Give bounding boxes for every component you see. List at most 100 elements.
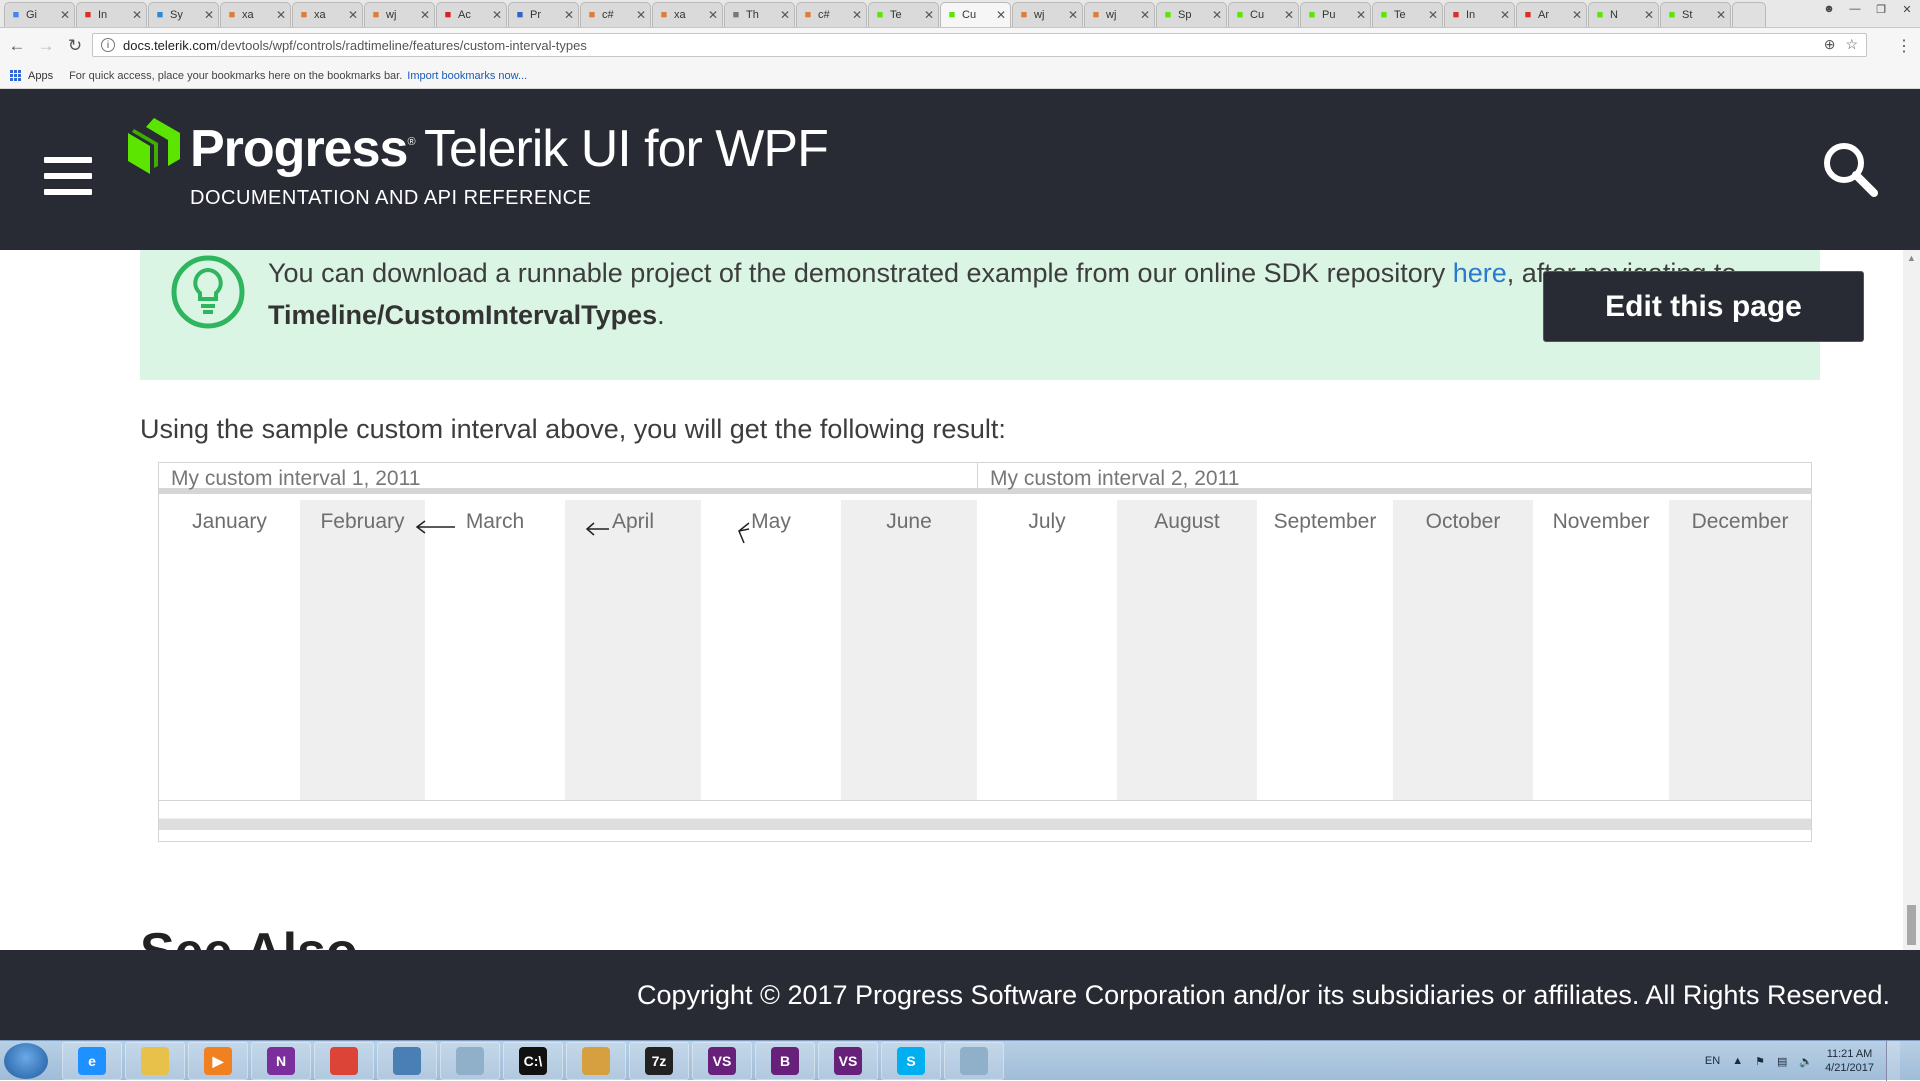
- search-icon[interactable]: [1820, 139, 1880, 199]
- clock-time: 11:21 AM: [1826, 1048, 1873, 1060]
- reload-button[interactable]: ↻: [63, 34, 87, 58]
- browser-tab[interactable]: ■ Ar ✕: [1516, 2, 1587, 27]
- browser-tab[interactable]: ■ c# ✕: [796, 2, 867, 27]
- close-window-button[interactable]: ✕: [1894, 0, 1920, 18]
- taskbar-app-button[interactable]: e: [62, 1042, 122, 1080]
- taskbar-app-button[interactable]: VS: [818, 1042, 878, 1080]
- sdk-here-link[interactable]: here: [1453, 258, 1507, 288]
- zoom-icon[interactable]: ⊕: [1824, 36, 1836, 53]
- apps-link[interactable]: Apps: [28, 70, 53, 82]
- taskbar-app-button[interactable]: ▶: [188, 1042, 248, 1080]
- browser-tab[interactable]: ■ Gi ✕: [4, 2, 75, 27]
- browser-tab[interactable]: ■ St ✕: [1660, 2, 1731, 27]
- browser-tab[interactable]: ■ Pu ✕: [1300, 2, 1371, 27]
- browser-tab[interactable]: ■ Ac ✕: [436, 2, 507, 27]
- tab-close-icon[interactable]: ✕: [852, 8, 862, 22]
- browser-tab[interactable]: ■ Pr ✕: [508, 2, 579, 27]
- browser-menu-icon[interactable]: ⋮: [1896, 36, 1912, 56]
- taskbar-app-button[interactable]: 7z: [629, 1042, 689, 1080]
- browser-tab[interactable]: ■ In ✕: [1444, 2, 1515, 27]
- network-icon[interactable]: ▤: [1777, 1055, 1787, 1068]
- taskbar-app-button[interactable]: B: [755, 1042, 815, 1080]
- taskbar-app-button[interactable]: [566, 1042, 626, 1080]
- browser-tab[interactable]: ■ Sp ✕: [1156, 2, 1227, 27]
- tab-close-icon[interactable]: ✕: [276, 8, 286, 22]
- browser-tab[interactable]: ■ In ✕: [76, 2, 147, 27]
- tab-label: In: [1466, 9, 1476, 21]
- forward-button[interactable]: →: [34, 34, 58, 58]
- minimize-button[interactable]: —: [1842, 0, 1868, 18]
- tab-close-icon[interactable]: ✕: [1500, 8, 1510, 22]
- browser-tab[interactable]: ■ wj ✕: [1012, 2, 1083, 27]
- browser-tab[interactable]: ■ Te ✕: [1372, 2, 1443, 27]
- browser-tab[interactable]: ■ Sy ✕: [148, 2, 219, 27]
- tab-close-icon[interactable]: ✕: [1428, 8, 1438, 22]
- taskbar-app-button[interactable]: VS: [692, 1042, 752, 1080]
- tab-close-icon[interactable]: ✕: [204, 8, 214, 22]
- tab-close-icon[interactable]: ✕: [636, 8, 646, 22]
- browser-tab[interactable]: ■ Cu ✕: [940, 2, 1011, 27]
- tab-label: Th: [746, 9, 759, 21]
- taskbar-app-button[interactable]: [440, 1042, 500, 1080]
- restore-button[interactable]: ❐: [1868, 0, 1894, 18]
- tab-close-icon[interactable]: ✕: [420, 8, 430, 22]
- browser-tab[interactable]: ■ c# ✕: [580, 2, 651, 27]
- tab-close-icon[interactable]: ✕: [708, 8, 718, 22]
- tab-close-icon[interactable]: ✕: [564, 8, 574, 22]
- browser-tab[interactable]: ■ Th ✕: [724, 2, 795, 27]
- taskbar-app-button[interactable]: N: [251, 1042, 311, 1080]
- tab-close-icon[interactable]: ✕: [1068, 8, 1078, 22]
- tab-close-icon[interactable]: ✕: [132, 8, 142, 22]
- tab-close-icon[interactable]: ✕: [1284, 8, 1294, 22]
- brand-logo[interactable]: Progress® Telerik UI for WPF: [190, 123, 829, 175]
- volume-icon[interactable]: 🔈: [1799, 1055, 1813, 1068]
- language-indicator[interactable]: EN: [1705, 1055, 1720, 1067]
- browser-tab[interactable]: ■ Te ✕: [868, 2, 939, 27]
- tab-close-icon[interactable]: ✕: [780, 8, 790, 22]
- chrome-icon: [330, 1047, 358, 1075]
- tab-close-icon[interactable]: ✕: [492, 8, 502, 22]
- browser-tab[interactable]: ■ wj ✕: [364, 2, 435, 27]
- tab-close-icon[interactable]: ✕: [1356, 8, 1366, 22]
- account-icon: ■: [156, 9, 164, 21]
- browser-tab[interactable]: ■ xa ✕: [652, 2, 723, 27]
- taskbar-app-button[interactable]: C:\: [503, 1042, 563, 1080]
- show-desktop-button[interactable]: [1886, 1041, 1900, 1081]
- tab-close-icon[interactable]: ✕: [348, 8, 358, 22]
- page-scrollbar[interactable]: ▲: [1903, 250, 1920, 950]
- tab-close-icon[interactable]: ✕: [60, 8, 70, 22]
- site-info-icon[interactable]: i: [101, 38, 115, 52]
- tab-close-icon[interactable]: ✕: [1644, 8, 1654, 22]
- browser-tab[interactable]: ■ Cu ✕: [1228, 2, 1299, 27]
- address-bar[interactable]: i docs.telerik.com/devtools/wpf/controls…: [92, 33, 1867, 57]
- scroll-up-icon[interactable]: ▲: [1907, 253, 1916, 263]
- taskbar-app-button[interactable]: [125, 1042, 185, 1080]
- browser-tab[interactable]: ■ xa ✕: [292, 2, 363, 27]
- edit-this-page-button[interactable]: Edit this page: [1543, 271, 1864, 342]
- start-button[interactable]: [4, 1043, 48, 1079]
- browser-tab[interactable]: ■ wj ✕: [1084, 2, 1155, 27]
- action-center-icon[interactable]: ⚑: [1755, 1055, 1765, 1068]
- taskbar-app-button[interactable]: [377, 1042, 437, 1080]
- taskbar-app-button[interactable]: S: [881, 1042, 941, 1080]
- browser-tab[interactable]: ■ N ✕: [1588, 2, 1659, 27]
- tab-close-icon[interactable]: ✕: [1716, 8, 1726, 22]
- bookmark-star-icon[interactable]: ☆: [1845, 36, 1858, 53]
- tab-close-icon[interactable]: ✕: [1140, 8, 1150, 22]
- taskbar-app-button[interactable]: [944, 1042, 1004, 1080]
- hamburger-menu-icon[interactable]: [44, 157, 92, 195]
- import-bookmarks-link[interactable]: Import bookmarks now...: [407, 70, 527, 82]
- tab-close-icon[interactable]: ✕: [996, 8, 1006, 22]
- browser-tab[interactable]: ■ xa ✕: [220, 2, 291, 27]
- new-tab-button[interactable]: [1732, 2, 1766, 27]
- tab-close-icon[interactable]: ✕: [1212, 8, 1222, 22]
- tab-close-icon[interactable]: ✕: [924, 8, 934, 22]
- tab-close-icon[interactable]: ✕: [1572, 8, 1582, 22]
- apps-grid-icon[interactable]: [10, 69, 22, 82]
- taskbar-clock[interactable]: 11:21 AM 4/21/2017: [1825, 1047, 1874, 1075]
- taskbar-app-button[interactable]: [314, 1042, 374, 1080]
- tray-expand-icon[interactable]: ▲: [1732, 1055, 1743, 1067]
- scrollbar-thumb[interactable]: [1907, 905, 1916, 945]
- back-button[interactable]: ←: [5, 34, 29, 58]
- user-icon[interactable]: ☻: [1816, 0, 1842, 18]
